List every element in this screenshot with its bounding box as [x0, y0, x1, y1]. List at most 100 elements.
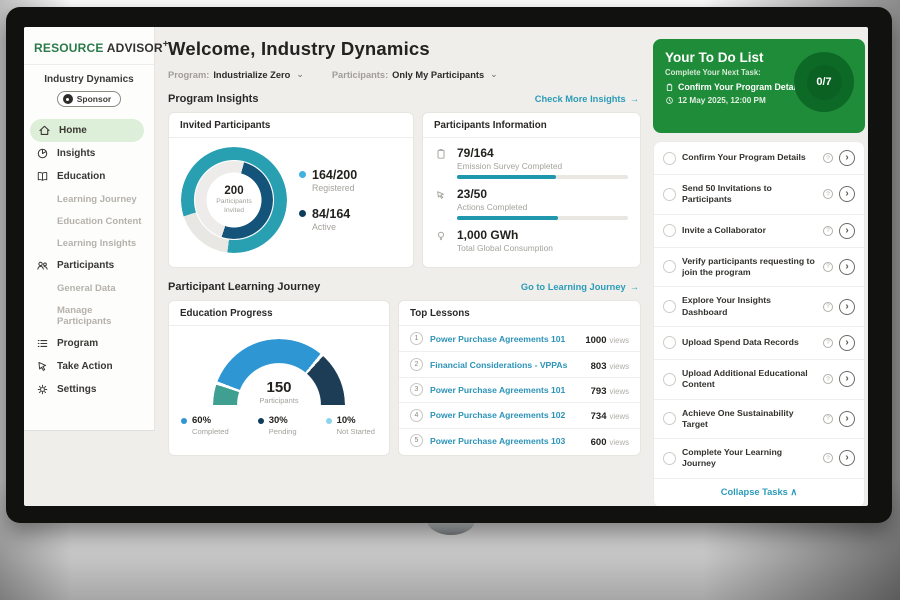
task-go-button[interactable]: › [839, 371, 855, 387]
chevron-down-icon: ⌄ [490, 69, 498, 80]
donut-center-label: 200 Participants Invited [181, 147, 287, 253]
lesson-row: 3 Power Purchase Agreements 101 793views [399, 377, 640, 402]
filters-row: Program: Industrialize Zero ⌄ Participan… [168, 69, 641, 80]
todo-progress-value: 0/7 [816, 76, 831, 88]
lesson-row: 1 Power Purchase Agreements 101 1000view… [399, 326, 640, 351]
legend-dot [258, 418, 264, 424]
desk-background: RESOURCE ADVISOR+ Industry Dynamics Spon… [0, 0, 900, 600]
program-label: Program: [168, 70, 209, 80]
participants-metrics: 79/164 Emission Survey Completed [423, 138, 640, 253]
info-icon[interactable]: ? [823, 374, 833, 384]
card-title: Participants Information [423, 113, 640, 138]
task-row: Upload Additional Educational Content ? … [654, 360, 864, 400]
task-go-button[interactable]: › [839, 150, 855, 166]
sidebar-item-take-action[interactable]: Take Action [24, 355, 154, 378]
collapse-tasks-link[interactable]: Collapse Tasks ∧ [654, 479, 864, 506]
task-checkbox[interactable] [663, 300, 676, 313]
sidebar-item-general-data[interactable]: General Data [24, 277, 154, 299]
progress-track [457, 175, 628, 179]
views-label: views [610, 387, 630, 396]
info-icon[interactable]: ? [823, 262, 833, 272]
info-icon[interactable]: ? [823, 414, 833, 424]
task-go-button[interactable]: › [839, 335, 855, 351]
lesson-link[interactable]: Power Purchase Agreements 102 [430, 410, 591, 420]
learning-journey-header: Participant Learning Journey Go to Learn… [168, 281, 641, 293]
go-to-learning-journey-link[interactable]: Go to Learning Journey→ [521, 282, 639, 292]
task-go-button[interactable]: › [839, 186, 855, 202]
sidebar-item-program[interactable]: Program [24, 332, 154, 355]
lesson-link[interactable]: Power Purchase Agreements 103 [430, 436, 591, 446]
section-title: Program Insights [168, 93, 258, 105]
task-checkbox[interactable] [663, 260, 676, 273]
participants-dropdown[interactable]: Participants: Only My Participants ⌄ [332, 69, 498, 80]
task-checkbox[interactable] [663, 412, 676, 425]
legend-active: 84/164 Active [299, 207, 357, 232]
sidebar-item-home[interactable]: Home [30, 119, 144, 142]
insights-cards-row: Invited Participants 200 Participants In… [168, 112, 641, 268]
sponsor-label: Sponsor [77, 94, 111, 104]
lesson-row: 5 Power Purchase Agreements 103 600views [399, 428, 640, 453]
sidebar-item-manage-participants[interactable]: Manage Participants [24, 299, 154, 332]
task-go-button[interactable]: › [839, 223, 855, 239]
task-go-button[interactable]: › [839, 450, 855, 466]
caret-up-icon: ∧ [790, 487, 797, 497]
lessons-list: 1 Power Purchase Agreements 101 1000view… [399, 326, 640, 453]
task-checkbox[interactable] [663, 336, 676, 349]
task-go-button[interactable]: › [839, 259, 855, 275]
views-label: views [610, 362, 630, 371]
sponsor-badge[interactable]: Sponsor [57, 91, 121, 107]
task-checkbox[interactable] [663, 452, 676, 465]
task-checkbox[interactable] [663, 152, 676, 165]
invited-donut-chart: 200 Participants Invited 164/200 Registe… [169, 138, 413, 262]
sidebar-item-insights[interactable]: Insights [24, 142, 154, 165]
sidebar-item-education[interactable]: Education [24, 165, 154, 188]
task-checkbox[interactable] [663, 373, 676, 386]
sidebar-item-learning-journey[interactable]: Learning Journey [24, 188, 154, 210]
lesson-link[interactable]: Power Purchase Agreements 101 [430, 385, 591, 395]
program-dropdown[interactable]: Program: Industrialize Zero ⌄ [168, 69, 304, 80]
sidebar-nav: Home Insights Education Learning Journey… [24, 119, 154, 401]
views-label: views [610, 412, 630, 421]
chevron-down-icon: ⌄ [296, 69, 304, 80]
top-lessons-card: Top Lessons 1 Power Purchase Agreements … [398, 300, 641, 456]
people-icon [36, 259, 49, 272]
views-count: 600 [591, 437, 607, 448]
sponsor-icon [63, 94, 73, 104]
task-row: Complete Your Learning Journey ? › [654, 439, 864, 479]
info-icon[interactable]: ? [823, 153, 833, 163]
card-title: Invited Participants [169, 113, 413, 138]
views-count: 1000 [585, 335, 606, 346]
todo-progress-ring: 0/7 [794, 52, 854, 112]
lesson-link[interactable]: Financial Considerations - VPPAs [430, 360, 591, 370]
check-more-insights-link[interactable]: Check More Insights→ [535, 94, 639, 104]
invited-participants-card: Invited Participants 200 Participants In… [168, 112, 414, 268]
legend-registered: 164/200 Registered [299, 168, 357, 193]
lesson-link[interactable]: Power Purchase Agreements 101 [430, 334, 585, 344]
info-icon[interactable]: ? [823, 189, 833, 199]
task-go-button[interactable]: › [839, 411, 855, 427]
rank-badge: 5 [410, 434, 423, 447]
sidebar-item-education-content[interactable]: Education Content [24, 210, 154, 232]
sidebar-item-label: Insights [57, 148, 95, 159]
app-logo: RESOURCE ADVISOR+ [24, 27, 154, 65]
todo-tasks-card: Confirm Your Program Details ? › Send 50… [653, 141, 865, 506]
task-checkbox[interactable] [663, 224, 676, 237]
legend-completed: 60% Completed [181, 415, 229, 436]
info-icon[interactable]: ? [823, 338, 833, 348]
progress-fill [457, 175, 556, 179]
info-icon[interactable]: ? [823, 302, 833, 312]
gauge-legend: 60% Completed 30% Pending 10% [169, 405, 389, 436]
sidebar-item-learning-insights[interactable]: Learning Insights [24, 232, 154, 254]
gear-icon [36, 383, 49, 396]
task-go-button[interactable]: › [839, 299, 855, 315]
sidebar-item-participants[interactable]: Participants [24, 254, 154, 277]
info-icon[interactable]: ? [823, 226, 833, 236]
home-icon [38, 124, 51, 137]
sidebar-item-settings[interactable]: Settings [24, 378, 154, 401]
views-label: views [610, 336, 630, 345]
info-icon[interactable]: ? [823, 453, 833, 463]
legend-dot [181, 418, 187, 424]
task-checkbox[interactable] [663, 188, 676, 201]
metric-actions-completed: 23/50 Actions Completed [435, 187, 628, 220]
clock-icon [665, 96, 674, 105]
